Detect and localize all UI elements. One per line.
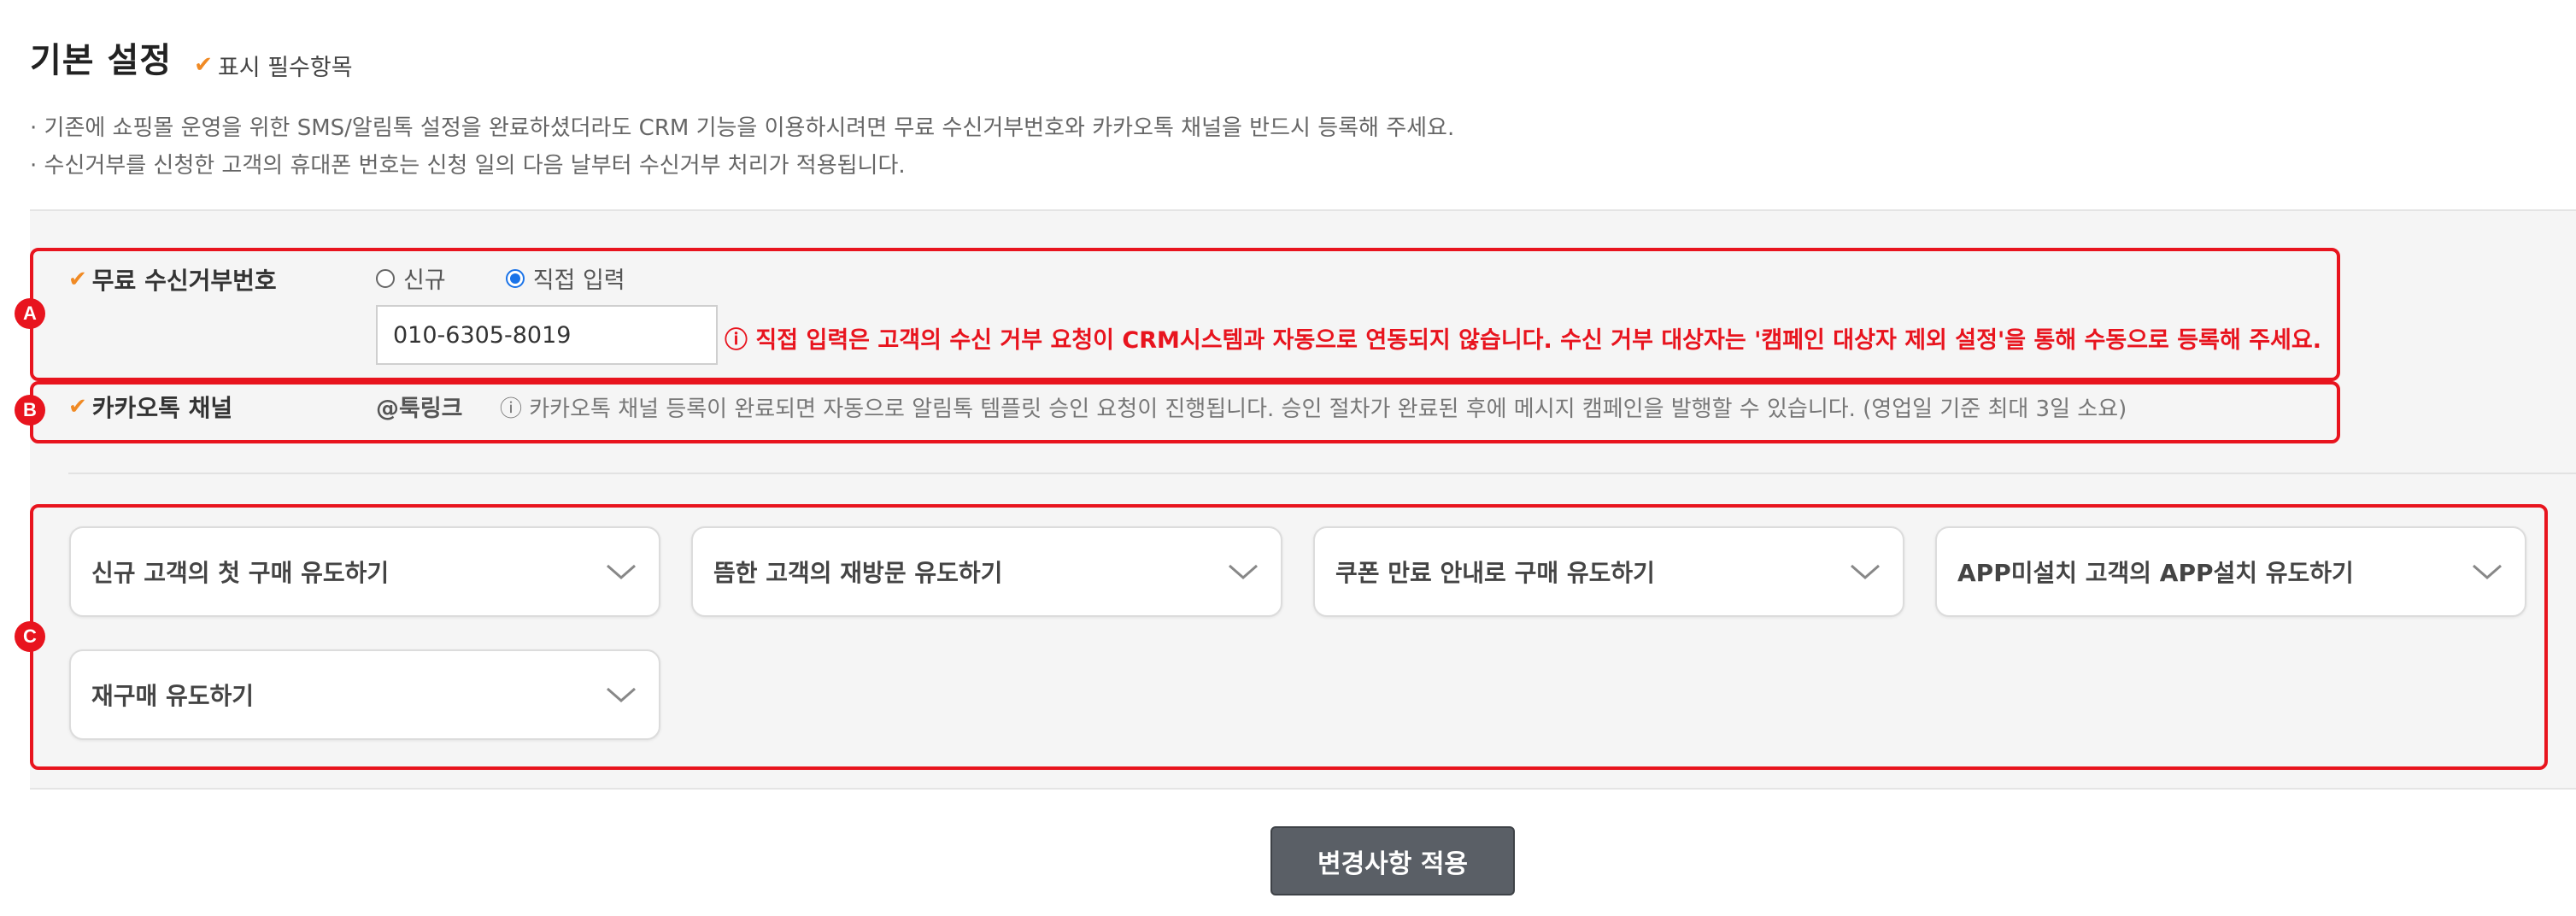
radio-new-label: 신규 xyxy=(403,267,446,294)
radio-direct-circle[interactable] xyxy=(505,268,525,288)
optout-number-input[interactable] xyxy=(376,305,718,365)
page-title: 기본 설정 xyxy=(30,41,173,80)
page-header: 기본 설정 ✔ 표시 필수항목 xyxy=(30,32,353,82)
apply-changes-button[interactable]: 변경사항 적용 xyxy=(1270,826,1515,895)
required-note-text: 표시 필수항목 xyxy=(217,54,353,81)
radio-new-circle[interactable] xyxy=(376,268,395,288)
badge-c: C xyxy=(15,621,45,652)
radio-new[interactable]: 신규 xyxy=(376,261,446,295)
optout-radio-group: 신규 직접 입력 xyxy=(376,261,685,295)
check-icon: ✔ xyxy=(68,394,87,420)
dropdown-label: 신규 고객의 첫 구매 유도하기 xyxy=(91,559,390,587)
radio-direct[interactable]: 직접 입력 xyxy=(505,261,625,295)
campaign-dropdown-repurchase[interactable]: 재구매 유도하기 xyxy=(69,649,660,740)
dropdown-label: 쿠폰 만료 안내로 구매 유도하기 xyxy=(1335,559,1655,587)
badge-a: A xyxy=(15,298,45,329)
dropdown-label: APP미설치 고객의 APP설치 유도하기 xyxy=(1957,559,2354,587)
divider xyxy=(68,473,2576,474)
notice-item: · 기존에 쇼핑몰 운영을 위한 SMS/알림톡 설정을 완료하셨더라도 CRM… xyxy=(30,115,1455,141)
optout-label-text: 무료 수신거부번호 xyxy=(91,267,277,295)
chevron-down-icon xyxy=(1229,564,1258,579)
radio-direct-label: 직접 입력 xyxy=(532,267,625,294)
dropdown-label: 재구매 유도하기 xyxy=(91,682,255,710)
chevron-down-icon xyxy=(607,687,636,702)
chevron-down-icon xyxy=(1851,564,1880,579)
campaign-dropdown-app-install[interactable]: APP미설치 고객의 APP설치 유도하기 xyxy=(1935,526,2526,617)
chevron-down-icon xyxy=(607,564,636,579)
check-icon: ✔ xyxy=(194,52,213,78)
badge-b: B xyxy=(15,395,45,426)
campaign-dropdown-coupon[interactable]: 쿠폰 만료 안내로 구매 유도하기 xyxy=(1313,526,1904,617)
kakao-label-text: 카카오톡 채널 xyxy=(91,394,233,422)
campaign-dropdown-new-customer[interactable]: 신규 고객의 첫 구매 유도하기 xyxy=(69,526,660,617)
optout-warning: ⓘ 직접 입력은 고객의 수신 거부 요청이 CRM시스템과 자동으로 연동되지… xyxy=(725,327,2321,354)
kakao-channel-name: @툭링크 xyxy=(376,396,463,422)
kakao-info: ⓘ 카카오톡 채널 등록이 완료되면 자동으로 알림톡 템플릿 승인 요청이 진… xyxy=(500,396,2127,422)
notice-item: · 수신거부를 신청한 고객의 휴대폰 번호는 신청 일의 다음 날부터 수신거… xyxy=(30,153,906,179)
kakao-label: ✔ 카카오톡 채널 xyxy=(68,390,232,424)
notice-list: · 기존에 쇼핑몰 운영을 위한 SMS/알림톡 설정을 완료하셨더라도 CRM… xyxy=(30,109,1454,185)
dropdown-label: 뜸한 고객의 재방문 유도하기 xyxy=(713,559,1003,587)
campaign-dropdown-revisit[interactable]: 뜸한 고객의 재방문 유도하기 xyxy=(691,526,1282,617)
check-icon: ✔ xyxy=(68,267,87,292)
optout-label: ✔ 무료 수신거부번호 xyxy=(68,262,277,297)
required-note: ✔ 표시 필수항목 xyxy=(194,49,352,82)
chevron-down-icon xyxy=(2473,564,2502,579)
